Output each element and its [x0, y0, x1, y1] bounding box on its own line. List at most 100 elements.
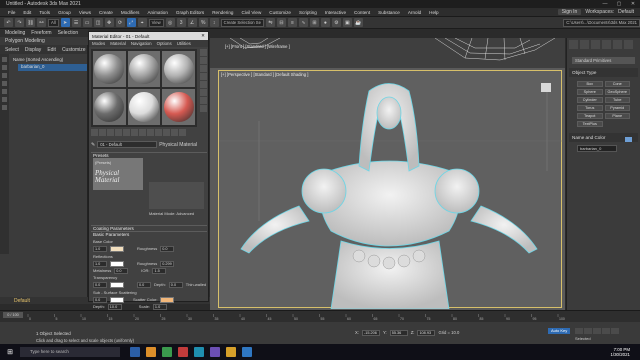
base-color-swatch[interactable] [110, 245, 124, 252]
sample-type-icon[interactable] [200, 49, 207, 56]
menu-scripting[interactable]: Scripting [295, 10, 321, 15]
sample-slot[interactable] [127, 51, 161, 87]
menu-customize[interactable]: Customize [265, 10, 295, 15]
display-tab-icon[interactable] [613, 40, 622, 49]
rect-selection-icon[interactable]: ▭ [82, 18, 92, 27]
go-sibling-icon[interactable] [179, 129, 186, 136]
taskbar-app-icon[interactable] [242, 347, 252, 357]
menu-rendering[interactable]: Rendering [208, 10, 237, 15]
sample-slot[interactable] [127, 89, 161, 125]
go-start-icon[interactable] [575, 328, 583, 334]
material-type-button[interactable]: Physical Material [159, 142, 197, 148]
make-preview-icon[interactable] [200, 89, 207, 96]
sphere-button[interactable]: Sphere [577, 89, 603, 95]
scene-tab-edit[interactable]: Edit [47, 47, 56, 53]
render-frame-icon[interactable]: ▣ [342, 18, 352, 27]
sample-slot[interactable] [162, 51, 195, 87]
menu-utilities[interactable]: Utilities [177, 41, 191, 46]
ribbon-sub-label[interactable]: Polygon Modeling [5, 38, 45, 44]
sss-depth-field[interactable]: 10.0 [107, 303, 122, 310]
close-icon[interactable]: ✕ [198, 33, 208, 39]
refl-roughness-field[interactable]: 0.299 [160, 260, 175, 267]
link-icon[interactable]: ⛓ [26, 18, 35, 27]
filter-helpers-icon[interactable] [2, 89, 7, 94]
menu-views[interactable]: Views [75, 10, 95, 15]
tube-button[interactable]: Tube [604, 97, 630, 103]
angle-snap-icon[interactable]: ∠ [187, 18, 197, 27]
curve-editor-icon[interactable]: ∿ [298, 18, 308, 27]
menu-navigation[interactable]: Navigation [131, 41, 152, 46]
taskbar-app-icon[interactable] [178, 347, 188, 357]
window-crossing-icon[interactable]: ◫ [93, 18, 103, 27]
scene-tab-select[interactable]: Select [5, 47, 19, 53]
sss-weight-field[interactable]: 0.0 [93, 296, 107, 303]
menu-content[interactable]: Content [350, 10, 374, 15]
mirror-icon[interactable]: ⇋ [265, 18, 275, 27]
geosphere-button[interactable]: GeoSphere [604, 89, 630, 95]
thin-walled-checkbox[interactable]: Thin-walled [186, 282, 206, 287]
close-button[interactable]: ✕ [626, 1, 640, 7]
front-viewport-label[interactable]: [+] [Front ] [Standard ] [Wireframe ] [225, 44, 290, 49]
hierarchy-tab-icon[interactable] [591, 40, 600, 49]
material-id-icon[interactable] [147, 129, 154, 136]
perspective-viewport-label[interactable]: [+] [Perspective ] [Standard ] [Default … [221, 72, 308, 77]
filter-cameras-icon[interactable] [2, 81, 7, 86]
filter-shapes-icon[interactable] [2, 65, 7, 70]
select-by-material-icon[interactable] [200, 105, 207, 112]
taskbar-app-icon[interactable] [130, 347, 140, 357]
spinner-snap-icon[interactable]: ↕ [209, 18, 219, 27]
metalness-field[interactable]: 0.0 [114, 267, 129, 274]
play-icon[interactable] [593, 328, 601, 334]
prev-frame-icon[interactable] [584, 328, 592, 334]
project-path[interactable]: C:\Users\...\Documents\3ds Max 2021 [563, 18, 640, 27]
next-frame-icon[interactable] [602, 328, 610, 334]
menu-options[interactable]: Options [157, 41, 172, 46]
pivot-icon[interactable]: ◎ [165, 18, 175, 27]
taskbar-app-icon[interactable] [162, 347, 172, 357]
trans-weight-field[interactable]: 0.0 [93, 281, 107, 288]
assign-material-icon[interactable] [107, 129, 114, 136]
menu-group[interactable]: Group [54, 10, 75, 15]
scatter-color-swatch[interactable] [160, 296, 175, 303]
ribbon-tab-modeling[interactable]: Modeling [5, 30, 25, 36]
refl-weight-field[interactable]: 1.0 [93, 260, 107, 267]
z-field[interactable]: 108.93 [417, 330, 436, 336]
menu-civil-view[interactable]: Civil View [237, 10, 265, 15]
selection-filter[interactable]: All [48, 18, 59, 27]
taskbar-app-icon[interactable] [210, 347, 220, 357]
show-shaded-icon[interactable] [155, 129, 162, 136]
object-type-rollout[interactable]: Object Type [569, 68, 638, 77]
go-end-icon[interactable] [611, 328, 619, 334]
put-library-icon[interactable] [139, 129, 146, 136]
layer-explorer-icon[interactable]: ≡ [287, 18, 297, 27]
make-unique-icon[interactable] [131, 129, 138, 136]
object-color-swatch[interactable] [625, 137, 632, 142]
percent-snap-icon[interactable]: % [198, 18, 208, 27]
eyedropper-icon[interactable]: ✎ [91, 142, 95, 148]
menu-interactive[interactable]: Interactive [321, 10, 350, 15]
sample-slot[interactable] [93, 89, 126, 125]
taskbar-app-icon[interactable] [226, 347, 236, 357]
reference-coord-select[interactable]: View [148, 18, 164, 27]
filter-geometry-icon[interactable] [2, 57, 7, 62]
menu-file[interactable]: File [4, 10, 19, 15]
select-object-icon[interactable]: ➤ [60, 18, 70, 27]
motion-tab-icon[interactable] [602, 40, 611, 49]
workspace-select[interactable]: Default [618, 9, 634, 15]
perspective-viewport[interactable] [218, 70, 563, 310]
backlight-icon[interactable] [200, 57, 207, 64]
menu-tools[interactable]: Tools [35, 10, 54, 15]
cylinder-button[interactable]: Cylinder [577, 97, 603, 103]
background-icon[interactable] [200, 65, 207, 72]
sample-slot[interactable] [162, 89, 195, 125]
preset-thumbnail[interactable]: (Presets) Physical Material [93, 158, 143, 190]
named-selection-set[interactable]: Create Selection Se [220, 18, 264, 27]
material-name-field[interactable]: 01 - Default [97, 141, 158, 148]
scale-field[interactable]: 1.0 [152, 303, 167, 310]
copy-material-icon[interactable] [123, 129, 130, 136]
trans-color-swatch[interactable] [110, 281, 124, 288]
primitive-type-select[interactable]: Standard Primitives [572, 57, 635, 64]
taskbar-app-icon[interactable] [146, 347, 156, 357]
maximize-button[interactable]: ▢ [612, 1, 626, 7]
textplus-button[interactable]: TextPlus [577, 121, 603, 127]
